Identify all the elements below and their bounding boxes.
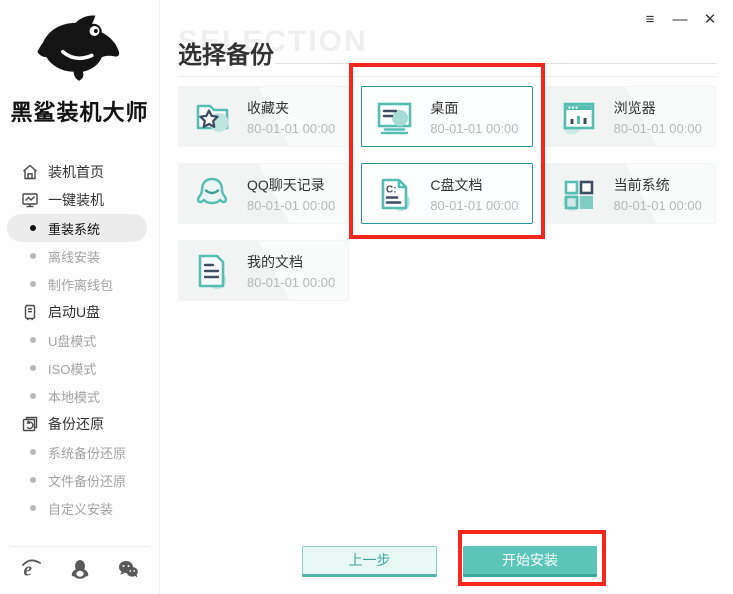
sidebar-menu: 装机首页 一键装机 重装系统 离线安装 制作离线包 启动U盘 U盘模式 ISO模… (0, 158, 159, 522)
sidebar-item-system-backup-restore[interactable]: 系统备份还原 (0, 438, 159, 466)
sidebar-item-label: 离线安装 (48, 249, 101, 265)
sidebar-divider (10, 546, 149, 547)
backup-cards-grid: 收藏夹 80-01-01 00:00 桌面 80-01-01 00:00 浏览器… (178, 86, 716, 301)
sidebar-item-one-click-install[interactable]: 一键装机 (0, 186, 159, 214)
sidebar-item-file-backup-restore[interactable]: 文件备份还原 (0, 466, 159, 494)
sidebar-item-backup-restore[interactable]: 备份还原 (0, 410, 159, 438)
sidebar-item-custom-install[interactable]: 自定义安装 (0, 494, 159, 522)
desktop-icon (373, 95, 417, 139)
backup-card-browser[interactable]: 浏览器 80-01-01 00:00 (544, 86, 716, 147)
sidebar-footer-icons: e (0, 550, 159, 588)
bullet-dot (30, 449, 36, 455)
card-label: QQ聊天记录 (247, 176, 325, 193)
card-label: 收藏夹 (247, 99, 289, 116)
home-icon (21, 163, 39, 181)
sidebar-item-label: 制作离线包 (48, 277, 114, 293)
bullet-dot (30, 337, 36, 343)
svg-text:C:: C: (386, 184, 397, 195)
sidebar-item-usb-mode[interactable]: U盘模式 (0, 326, 159, 354)
backup-card-qq-chat-history[interactable]: QQ聊天记录 80-01-01 00:00 (178, 163, 350, 224)
sidebar-item-reinstall-system[interactable]: 重装系统 (7, 214, 147, 242)
app-name: 黑鲨装机大师 (10, 100, 149, 125)
sidebar-item-iso-mode[interactable]: ISO模式 (0, 354, 159, 382)
card-label: 浏览器 (613, 99, 656, 116)
card-label: 我的文档 (247, 253, 303, 270)
start-install-button[interactable]: 开始安装 (463, 546, 597, 577)
sidebar-item-offline-install[interactable]: 离线安装 (0, 242, 159, 270)
title-underline (275, 63, 716, 64)
logo-area: 黑鲨装机大师 (0, 0, 159, 127)
card-date: 80-01-01 00:00 (430, 120, 519, 136)
bullet-dot (30, 505, 36, 511)
sidebar-item-label: 装机首页 (48, 164, 104, 180)
current-system-icon (557, 172, 601, 216)
my-documents-icon (190, 249, 234, 293)
ie-browser-icon[interactable]: e (20, 558, 42, 580)
sidebar-item-label: 本地模式 (48, 389, 101, 405)
wechat-icon[interactable] (117, 558, 139, 580)
card-label: 桌面 (430, 99, 459, 116)
sidebar-item-label: 文件备份还原 (48, 473, 127, 489)
qq-chat-icon (190, 172, 234, 216)
card-date: 80-01-01 00:00 (247, 274, 336, 290)
main-content: ≡ — ✕ SELECTION 选择备份 收藏夹 80-01-01 00:00 … (160, 0, 733, 594)
bullet-dot (30, 281, 36, 287)
backup-card-c-drive-docs[interactable]: C: C盘文档 80-01-01 00:00 (361, 163, 533, 224)
monitor-chart-icon (21, 191, 39, 209)
sidebar-item-label: 启动U盘 (48, 304, 101, 320)
card-date: 80-01-01 00:00 (430, 197, 519, 213)
bullet-dot (30, 477, 36, 483)
browser-icon (557, 95, 601, 139)
card-date: 80-01-01 00:00 (613, 120, 702, 136)
close-icon[interactable]: ✕ (699, 8, 721, 30)
sidebar-item-label: 重装系统 (48, 221, 101, 237)
sidebar-item-local-mode[interactable]: 本地模式 (0, 382, 159, 410)
sidebar-item-label: 备份还原 (48, 416, 104, 432)
sidebar-item-label: 一键装机 (48, 192, 104, 208)
shark-logo (30, 15, 130, 92)
qq-icon[interactable] (69, 558, 91, 580)
bullet-dot (30, 253, 36, 259)
sidebar-item-label: U盘模式 (48, 333, 97, 349)
backup-card-my-documents[interactable]: 我的文档 80-01-01 00:00 (178, 240, 350, 301)
card-date: 80-01-01 00:00 (247, 197, 336, 213)
back-button[interactable]: 上一步 (302, 546, 437, 577)
page-title: 选择备份 (178, 42, 274, 69)
menu-icon[interactable]: ≡ (639, 8, 661, 30)
backup-card-current-system[interactable]: 当前系统 80-01-01 00:00 (544, 163, 716, 224)
backup-restore-icon (21, 415, 39, 433)
bullet-dot (30, 393, 36, 399)
sidebar-item-home[interactable]: 装机首页 (0, 158, 159, 186)
sidebar-item-boot-usb[interactable]: 启动U盘 (0, 298, 159, 326)
card-label: C盘文档 (430, 176, 483, 193)
sidebar: 黑鲨装机大师 装机首页 一键装机 重装系统 离线安装 制作离线包 启动U盘 U盘… (0, 0, 160, 594)
bullet-dot (30, 365, 36, 371)
backup-card-desktop[interactable]: 桌面 80-01-01 00:00 (361, 86, 533, 147)
window-controls: ≡ — ✕ (639, 8, 721, 30)
minimize-icon[interactable]: — (669, 8, 691, 30)
usb-drive-icon (21, 303, 39, 321)
card-date: 80-01-01 00:00 (247, 120, 336, 136)
c-drive-doc-icon: C: (373, 172, 417, 216)
sidebar-item-label: 自定义安装 (48, 501, 114, 517)
sidebar-item-label: 系统备份还原 (48, 445, 127, 461)
favorites-folder-icon (190, 95, 234, 139)
header-divider (178, 76, 716, 77)
backup-card-favorites[interactable]: 收藏夹 80-01-01 00:00 (178, 86, 350, 147)
card-label: 当前系统 (613, 176, 670, 193)
card-date: 80-01-01 00:00 (613, 197, 702, 213)
bullet-dot (30, 225, 36, 231)
sidebar-item-make-offline-package[interactable]: 制作离线包 (0, 270, 159, 298)
sidebar-item-label: ISO模式 (48, 361, 97, 377)
